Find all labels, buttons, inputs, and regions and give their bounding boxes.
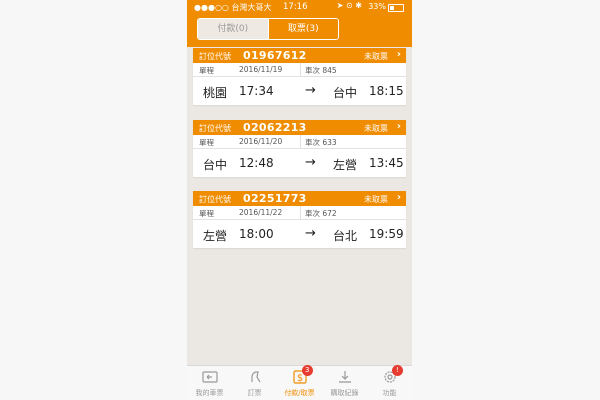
depart-time: 12:48: [239, 156, 274, 170]
tab-booking[interactable]: 訂票: [232, 366, 277, 400]
route-row: 左營 18:00 → 台北 19:59: [193, 220, 406, 248]
ticket-card[interactable]: 訂位代號 02062213 未取票 › 單程 2016/11/20 車次 633…: [193, 120, 406, 177]
ticket-info-row: 單程 2016/11/19 車次 845: [193, 63, 406, 77]
trip-type: 單程: [199, 209, 214, 218]
seat-icon: [250, 371, 261, 383]
ticket-status: 未取票: [364, 195, 388, 204]
trip-type: 單程: [199, 66, 214, 75]
chevron-right-icon: ›: [396, 192, 401, 203]
from-station: 台中: [203, 158, 228, 172]
train-number: 車次 672: [305, 209, 337, 218]
ticket-header: 訂位代號 02062213 未取票 ›: [193, 120, 406, 135]
booking-code-label: 訂位代號: [199, 52, 231, 61]
tab-label: 付款/取票: [284, 389, 315, 397]
tab-label: 訂票: [247, 389, 262, 397]
download-icon: [338, 371, 351, 383]
ticket-info-row: 單程 2016/11/22 車次 672: [193, 206, 406, 220]
booking-code-label: 訂位代號: [199, 124, 231, 133]
booking-code: 01967612: [243, 49, 307, 62]
arrive-time: 18:15: [369, 84, 404, 98]
arrow-right-icon: →: [305, 226, 316, 241]
ticket-card[interactable]: 訂位代號 02251773 未取票 › 單程 2016/11/22 車次 672…: [193, 191, 406, 248]
to-station: 左營: [333, 158, 358, 172]
booking-code-label: 訂位代號: [199, 195, 231, 204]
train-number: 車次 633: [305, 138, 337, 147]
divider: [300, 63, 301, 76]
tab-pickup[interactable]: 取票(3): [267, 19, 338, 39]
arrive-time: 19:59: [369, 227, 404, 241]
segmented-control: 付款(0) 取票(3): [197, 18, 339, 40]
to-station: 台北: [333, 229, 358, 243]
header-bar: 付款(0) 取票(3): [187, 14, 412, 47]
trip-type: 單程: [199, 138, 214, 147]
booking-code: 02062213: [243, 121, 307, 134]
battery-percent: 33%: [368, 2, 386, 11]
depart-time: 18:00: [239, 227, 274, 241]
chevron-right-icon: ›: [396, 121, 401, 132]
to-station: 台中: [333, 86, 358, 100]
tab-functions[interactable]: ! 功能: [367, 365, 412, 400]
status-time: 17:16: [283, 2, 308, 12]
train-number: 車次 845: [305, 66, 337, 75]
ticket-info-row: 單程 2016/11/20 車次 633: [193, 135, 406, 149]
tab-pay-pickup[interactable]: $ 3 付款/取票: [277, 365, 322, 400]
trip-date: 2016/11/19: [239, 65, 283, 74]
notification-badge: !: [391, 365, 403, 376]
from-station: 左營: [203, 229, 228, 243]
arrow-right-icon: →: [305, 83, 316, 98]
status-bar: ●●●○○ 台灣大哥大 17:16 ➤ ⊙ ✱ 33%: [187, 0, 412, 14]
tab-payment[interactable]: 付款(0): [198, 19, 268, 39]
route-row: 台中 12:48 → 左營 13:45: [193, 149, 406, 177]
tab-history[interactable]: 購取紀錄: [322, 366, 367, 400]
status-icons: ➤ ⊙ ✱: [336, 1, 362, 10]
carrier-label: ●●●○○ 台灣大哥大: [194, 3, 272, 12]
tab-my-tickets[interactable]: 我的車票: [187, 366, 232, 400]
divider: [300, 135, 301, 148]
tab-label: 購取紀錄: [330, 389, 359, 397]
bottom-tab-bar: 我的車票 訂票 $ 3 付款/取票 購取紀錄 ! 功能: [187, 365, 412, 400]
tab-label: 我的車票: [195, 389, 224, 397]
ticket-header: 訂位代號 02251773 未取票 ›: [193, 191, 406, 206]
left-margin: [0, 0, 187, 400]
depart-time: 17:34: [239, 84, 274, 98]
svg-text:$: $: [296, 373, 302, 384]
ticket-status: 未取票: [364, 52, 388, 61]
ticket-card[interactable]: 訂位代號 01967612 未取票 › 單程 2016/11/19 車次 845…: [193, 48, 406, 105]
booking-code: 02251773: [243, 192, 307, 205]
route-row: 桃園 17:34 → 台中 18:15: [193, 77, 406, 105]
from-station: 桃園: [203, 86, 228, 100]
ticket-status: 未取票: [364, 124, 388, 133]
arrow-right-icon: →: [305, 155, 316, 170]
trip-date: 2016/11/22: [239, 208, 283, 217]
divider: [300, 206, 301, 219]
chevron-right-icon: ›: [396, 49, 401, 60]
ticket-icon: [201, 371, 218, 383]
phone-screen: ●●●○○ 台灣大哥大 17:16 ➤ ⊙ ✱ 33% 付款(0) 取票(3) …: [187, 0, 412, 400]
ticket-header: 訂位代號 01967612 未取票 ›: [193, 48, 406, 63]
tab-label: 功能: [382, 389, 397, 397]
right-margin: [412, 0, 600, 400]
trip-date: 2016/11/20: [239, 137, 283, 146]
arrive-time: 13:45: [369, 156, 404, 170]
battery-icon: [388, 4, 404, 12]
notification-badge: 3: [301, 365, 313, 376]
